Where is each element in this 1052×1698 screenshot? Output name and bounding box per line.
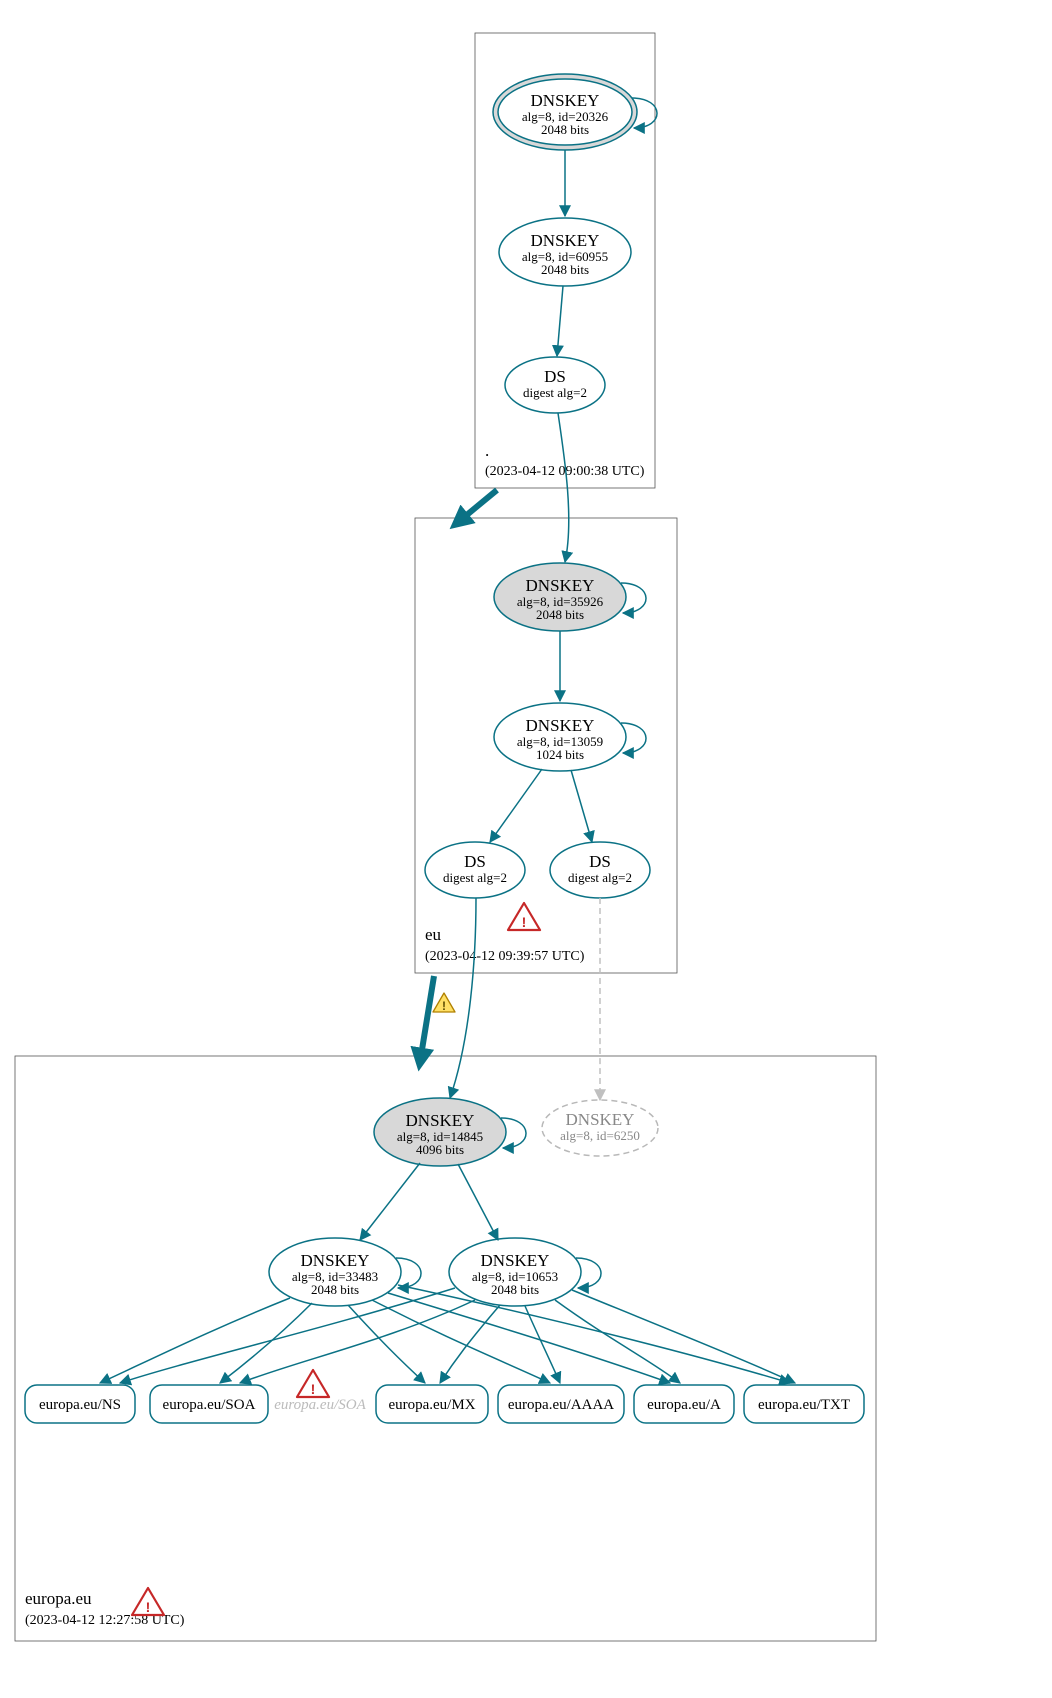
svg-text:DNSKEY: DNSKEY — [531, 91, 600, 110]
svg-text:DNSKEY: DNSKEY — [566, 1110, 635, 1129]
svg-text:2048 bits: 2048 bits — [536, 607, 584, 622]
svg-text:1024 bits: 1024 bits — [536, 747, 584, 762]
node-eu-ksk: DNSKEY alg=8, id=35926 2048 bits — [494, 563, 626, 631]
svg-text:digest alg=2: digest alg=2 — [443, 870, 507, 885]
svg-text:europa.eu/TXT: europa.eu/TXT — [758, 1397, 850, 1413]
svg-text:!: ! — [311, 1381, 316, 1397]
edge-root-ds-eu-ksk — [558, 413, 569, 562]
edge-zsk2-a — [555, 1300, 680, 1383]
warn-icon-deleg-yellow: ! — [433, 993, 455, 1013]
dnssec-graph: . (2023-04-12 09:00:38 UTC) eu (2023-04-… — [0, 0, 1052, 1698]
edge-zsk2-ns — [120, 1288, 455, 1383]
svg-text:digest alg=2: digest alg=2 — [568, 870, 632, 885]
svg-text:DNSKEY: DNSKEY — [531, 231, 600, 250]
warn-icon-europa-zone: ! — [132, 1588, 164, 1615]
zone-eu-label: eu — [425, 925, 442, 944]
edge-eu-europa-deleg — [420, 976, 434, 1062]
zone-europa-label: europa.eu — [25, 1589, 92, 1608]
zone-eu-ts: (2023-04-12 09:39:57 UTC) — [425, 949, 585, 964]
svg-text:!: ! — [442, 999, 446, 1013]
rr-boxes: europa.eu/NS europa.eu/SOA europa.eu/SOA… — [25, 1385, 864, 1423]
svg-text:DNSKEY: DNSKEY — [406, 1111, 475, 1130]
node-eu-ds2: DS digest alg=2 — [550, 842, 650, 898]
svg-text:2048 bits: 2048 bits — [491, 1282, 539, 1297]
warn-icon-soa-grey: ! — [297, 1370, 329, 1397]
edge-eur-ksk-zsk1 — [360, 1163, 420, 1240]
edge-eu-zsk-ds2 — [571, 770, 592, 842]
warn-icon-eu-between-ds: ! — [508, 903, 540, 930]
svg-text:DS: DS — [544, 367, 566, 386]
svg-text:!: ! — [146, 1599, 151, 1615]
node-eur-dash: DNSKEY alg=8, id=6250 — [542, 1100, 658, 1156]
svg-text:2048 bits: 2048 bits — [311, 1282, 359, 1297]
svg-text:4096 bits: 4096 bits — [416, 1142, 464, 1157]
svg-text:DNSKEY: DNSKEY — [301, 1251, 370, 1270]
svg-text:europa.eu/NS: europa.eu/NS — [39, 1397, 121, 1413]
node-eur-zsk1: DNSKEY alg=8, id=33483 2048 bits — [269, 1238, 401, 1306]
svg-text:DNSKEY: DNSKEY — [526, 716, 595, 735]
zone-root-label: . — [485, 441, 489, 460]
svg-text:DNSKEY: DNSKEY — [526, 576, 595, 595]
node-eu-ds1: DS digest alg=2 — [425, 842, 525, 898]
edge-zsk1-soa — [220, 1303, 312, 1383]
svg-text:!: ! — [522, 914, 527, 930]
edge-root-zsk-ds — [557, 286, 563, 356]
rr-soa-grey: europa.eu/SOA — [274, 1397, 366, 1413]
node-root-ksk: DNSKEY alg=8, id=20326 2048 bits — [493, 74, 637, 150]
edge-eu-zsk-ds1 — [490, 769, 542, 842]
edge-eu-ds1-eur-ksk — [450, 898, 476, 1098]
svg-text:DNSKEY: DNSKEY — [481, 1251, 550, 1270]
node-eur-ksk: DNSKEY alg=8, id=14845 4096 bits — [374, 1098, 506, 1166]
node-eu-zsk: DNSKEY alg=8, id=13059 1024 bits — [494, 703, 626, 771]
edge-eur-ksk-zsk2 — [458, 1164, 498, 1240]
svg-text:europa.eu/MX: europa.eu/MX — [388, 1397, 475, 1413]
svg-text:digest alg=2: digest alg=2 — [523, 385, 587, 400]
edge-zsk2-soa — [240, 1300, 475, 1383]
svg-text:DS: DS — [589, 852, 611, 871]
edge-zsk2-mx — [440, 1305, 500, 1383]
node-eur-zsk2: DNSKEY alg=8, id=10653 2048 bits — [449, 1238, 581, 1306]
svg-text:alg=8, id=6250: alg=8, id=6250 — [560, 1128, 640, 1143]
svg-text:europa.eu/A: europa.eu/A — [647, 1397, 721, 1413]
svg-text:europa.eu/AAAA: europa.eu/AAAA — [508, 1397, 614, 1413]
edge-zsk2-txt — [572, 1290, 795, 1383]
svg-text:2048 bits: 2048 bits — [541, 122, 589, 137]
node-root-ds: DS digest alg=2 — [505, 357, 605, 413]
node-root-zsk: DNSKEY alg=8, id=60955 2048 bits — [499, 218, 631, 286]
edge-zsk1-ns — [100, 1298, 290, 1383]
svg-text:2048 bits: 2048 bits — [541, 262, 589, 277]
svg-text:europa.eu/SOA: europa.eu/SOA — [163, 1397, 256, 1413]
svg-text:DS: DS — [464, 852, 486, 871]
